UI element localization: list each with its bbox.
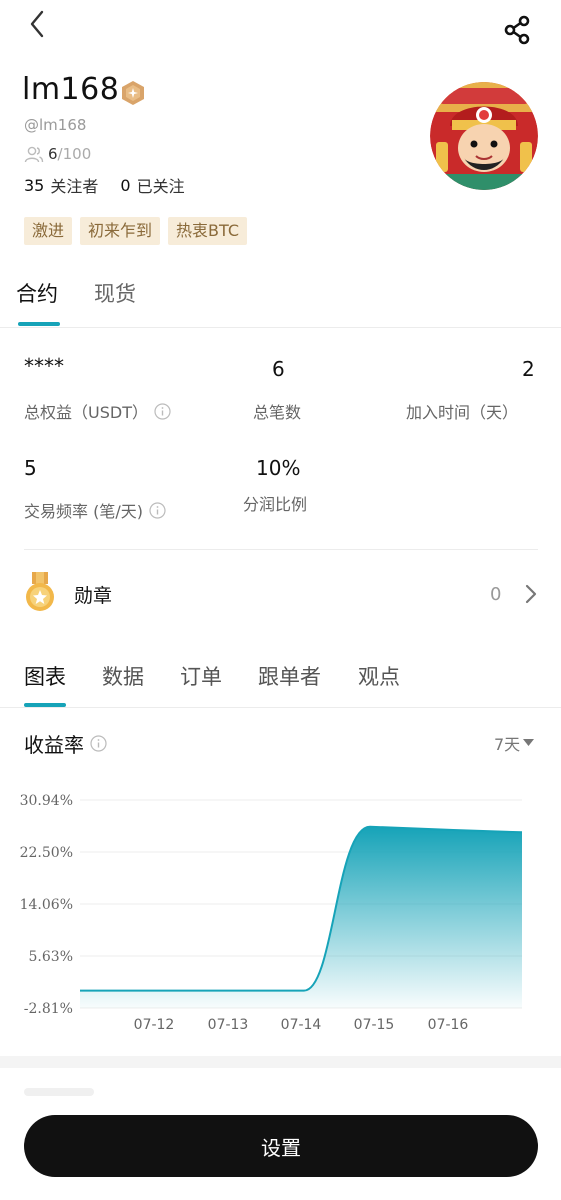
faded-section-title bbox=[24, 1088, 94, 1096]
level-badge-icon bbox=[122, 81, 144, 105]
total-equity-value: **** bbox=[24, 354, 64, 378]
time-range-value: 7天 bbox=[494, 735, 521, 754]
profit-share-label: 分润比例 bbox=[243, 495, 308, 514]
follow-stats: 35 关注者 0 已关注 bbox=[24, 173, 185, 197]
copy-slots-total: /100 bbox=[57, 145, 92, 163]
tag-newcomer: 初来乍到 bbox=[80, 217, 161, 245]
trade-frequency-value: 5 bbox=[24, 456, 37, 480]
divider bbox=[0, 707, 561, 708]
profit-share-value: 10% bbox=[256, 456, 301, 480]
section-gap bbox=[0, 1056, 561, 1068]
profile-tags: 激进 初来乍到 热衷BTC bbox=[24, 217, 248, 245]
y-tick-label: 30.94% bbox=[20, 793, 73, 809]
trade-frequency-label-text: 交易频率 (笔/天) bbox=[24, 502, 143, 521]
divider bbox=[0, 327, 561, 328]
time-range-select[interactable]: 7天 bbox=[494, 731, 535, 755]
tag-btc-fan: 热衷BTC bbox=[168, 217, 248, 245]
settings-button[interactable]: 设置 bbox=[24, 1115, 538, 1177]
x-tick-label: 07-15 bbox=[354, 1017, 395, 1033]
divider bbox=[24, 549, 538, 550]
join-days-label: 加入时间（天） bbox=[406, 403, 519, 422]
info-icon[interactable] bbox=[90, 735, 107, 752]
tab-indicator bbox=[18, 322, 60, 326]
user-handle: @lm168 bbox=[24, 116, 87, 134]
join-days-value: 2 bbox=[522, 357, 535, 381]
caret-down-icon bbox=[523, 739, 535, 746]
tab-chart[interactable]: 图表 bbox=[24, 661, 66, 691]
return-rate-chart: 30.94% 22.50% 14.06% 5.63% -2.81% 07-12 07-13… bbox=[20, 793, 523, 1033]
total-trades-label: 总笔数 bbox=[253, 403, 302, 422]
followers-count[interactable]: 35 bbox=[24, 176, 44, 195]
tab-insights[interactable]: 观点 bbox=[358, 661, 400, 691]
tab-orders[interactable]: 订单 bbox=[180, 661, 222, 691]
copy-slots: 6/100 bbox=[24, 144, 91, 164]
info-icon[interactable] bbox=[149, 501, 166, 519]
y-tick-label: 5.63% bbox=[29, 949, 73, 965]
username: lm168 bbox=[22, 72, 120, 107]
tag-aggressive: 激进 bbox=[24, 217, 73, 245]
trade-frequency-label: 交易频率 (笔/天) bbox=[24, 498, 166, 522]
chevron-right-icon[interactable] bbox=[522, 583, 540, 605]
share-icon[interactable] bbox=[502, 14, 534, 46]
medals-label[interactable]: 勋章 bbox=[74, 581, 112, 608]
avatar[interactable] bbox=[430, 82, 538, 190]
y-tick-label: -2.81% bbox=[24, 1001, 73, 1017]
followers-label[interactable]: 关注者 bbox=[50, 173, 98, 197]
users-icon bbox=[24, 146, 44, 163]
total-equity-label-text: 总权益（USDT） bbox=[24, 403, 148, 422]
tab-data[interactable]: 数据 bbox=[102, 661, 144, 691]
tab-spot[interactable]: 现货 bbox=[94, 278, 136, 308]
x-tick-label: 07-13 bbox=[208, 1017, 249, 1033]
x-tick-label: 07-14 bbox=[281, 1017, 322, 1033]
medals-count: 0 bbox=[490, 584, 502, 605]
copy-slots-current: 6 bbox=[48, 145, 58, 163]
total-equity-label: 总权益（USDT） bbox=[24, 399, 171, 423]
return-rate-title: 收益率 bbox=[24, 729, 107, 758]
info-icon[interactable] bbox=[154, 402, 171, 420]
x-tick-label: 07-12 bbox=[134, 1017, 175, 1033]
following-count[interactable]: 0 bbox=[120, 176, 130, 195]
tab-followers[interactable]: 跟单者 bbox=[258, 661, 321, 691]
total-trades-value: 6 bbox=[272, 357, 285, 381]
return-rate-label: 收益率 bbox=[24, 733, 84, 757]
back-icon[interactable] bbox=[22, 6, 54, 42]
medal-icon bbox=[26, 572, 54, 611]
area-fill bbox=[80, 826, 522, 1008]
following-label[interactable]: 已关注 bbox=[137, 173, 185, 197]
y-tick-label: 22.50% bbox=[20, 845, 73, 861]
tab-contract[interactable]: 合约 bbox=[16, 278, 58, 308]
x-tick-label: 07-16 bbox=[428, 1017, 469, 1033]
y-tick-label: 14.06% bbox=[20, 897, 73, 913]
